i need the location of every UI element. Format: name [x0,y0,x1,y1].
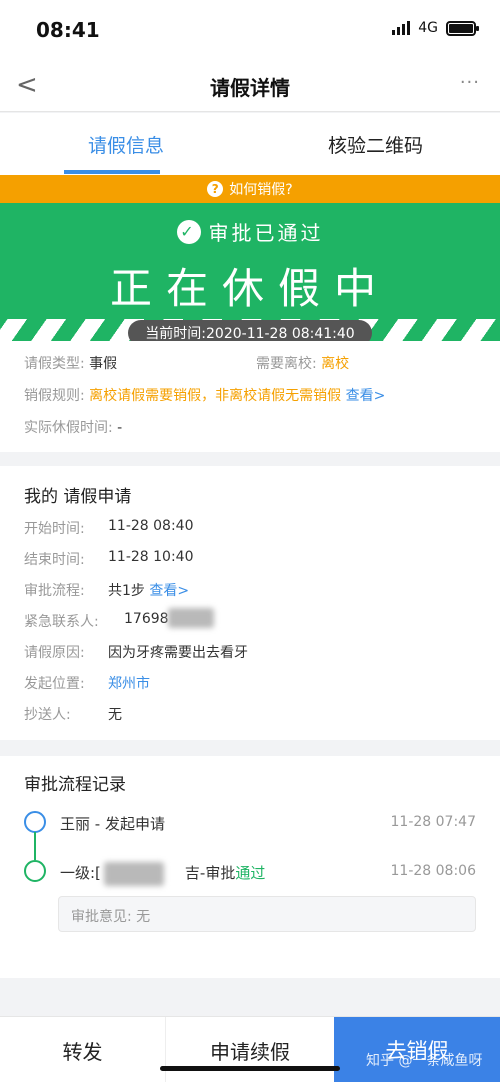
redaction-blur [104,862,164,886]
step-2-status: 通过 [235,864,266,882]
tab-active-indicator [64,170,160,174]
leave-status-banner: ✓ 审批已通过 正在休假中 当前时间:2020-11-28 08:41:40 [0,203,500,341]
check-circle-icon: ✓ [176,219,201,244]
reason-label: 请假原因: [24,645,85,661]
start-time-label: 开始时间: [24,521,85,537]
tab-bar: 请假信息 核验二维码 [0,113,500,175]
step-connector [34,832,36,860]
application-title: 我的 请假申请 [24,487,132,507]
more-icon[interactable]: ··· [460,72,480,93]
bottom-action-bar: 转发 申请续假 去销假 [0,1016,500,1082]
leave-type-row: 请假类型: 事假 [24,353,117,373]
approved-row: ✓ 审批已通过 [0,217,500,246]
approval-opinion: 审批意见: 无 [58,896,476,932]
redaction-blur [168,608,214,628]
approval-record-title: 审批流程记录 [24,775,126,795]
status-icons: 4G [392,20,479,36]
page-title: 请假详情 [210,76,290,100]
leave-basic-card: 请假类型: 事假 需要离校: 离校 销假规则: 离校请假需要销假，非离校请假无需… [0,341,500,452]
home-indicator[interactable] [160,1066,340,1071]
status-time: 08:41 [36,18,100,42]
leave-school-row: 需要离校: 离校 [256,353,349,373]
leave-school-label: 需要离校: [256,356,317,372]
emergency-contact-value: 17698 [124,611,169,627]
end-time-label: 结束时间: [24,552,85,568]
reason-value: 因为牙疼需要出去看牙 [108,645,248,661]
cancel-rule-link[interactable]: 查看> [346,388,386,404]
battery-icon [446,20,479,36]
approval-steps: 共1步 [108,583,145,599]
cancel-rule-value: 离校请假需要销假，非离校请假无需销假 [89,388,342,404]
emergency-contact-label: 紧急联系人: [24,614,99,630]
step-pending-circle-icon [24,811,46,833]
cc-value: 无 [108,707,122,723]
status-bar: 08:41 4G [0,0,500,60]
leave-type-label: 请假类型: [24,356,85,372]
approval-flow-value: 共1步 查看> [108,580,189,600]
tab-leave-info[interactable]: 请假信息 [88,131,164,158]
help-icon: ? [207,181,224,197]
approved-label: 审批已通过 [208,221,324,245]
forward-button[interactable]: 转发 [0,1017,166,1082]
actual-leave-row: 实际休假时间: - [24,417,122,437]
actual-leave-value: - [117,420,123,436]
cancel-rule-label: 销假规则: [24,388,85,404]
network-label: 4G [418,20,438,36]
howto-label: 如何销假? [229,182,293,198]
step-2-prefix: 一级:[ [60,864,101,882]
nav-bar: < 请假详情 ··· [0,60,500,112]
leave-school-value: 离校 [321,356,350,372]
location-label: 发起位置: [24,676,85,692]
tab-verify-qrcode[interactable]: 核验二维码 [328,131,423,158]
end-time-value: 11-28 10:40 [108,549,194,565]
step-approved-circle-icon [24,860,46,882]
step-2-suffix: 吉-审批 [184,864,236,882]
howto-banner[interactable]: ? 如何销假? [0,175,500,203]
approval-flow-link[interactable]: 查看> [149,583,189,599]
watermark: 知乎 @一条咸鱼呀 [366,1053,483,1069]
current-time-pill: 当前时间:2020-11-28 08:41:40 [128,320,372,341]
leave-application-card: 我的 请假申请 开始时间: 11-28 08:40 结束时间: 11-28 10… [0,466,500,740]
leave-type-value: 事假 [89,356,118,372]
actual-leave-label: 实际休假时间: [24,420,113,436]
location-value[interactable]: 郑州市 [108,673,150,693]
start-time-value: 11-28 08:40 [108,518,194,534]
step-1-text: 王丽 - 发起申请 [60,815,165,833]
signal-icon [392,21,411,35]
approval-flow-label: 审批流程: [24,583,85,599]
cancel-rule-row: 销假规则: 离校请假需要销假，非离校请假无需销假 查看> [24,385,385,405]
leave-state: 正在休假中 [109,264,390,313]
renew-leave-button[interactable]: 申请续假 [166,1017,334,1082]
step-2-time: 11-28 08:06 [390,863,476,879]
cc-label: 抄送人: [24,707,71,723]
step-1-time: 11-28 07:47 [390,814,476,830]
